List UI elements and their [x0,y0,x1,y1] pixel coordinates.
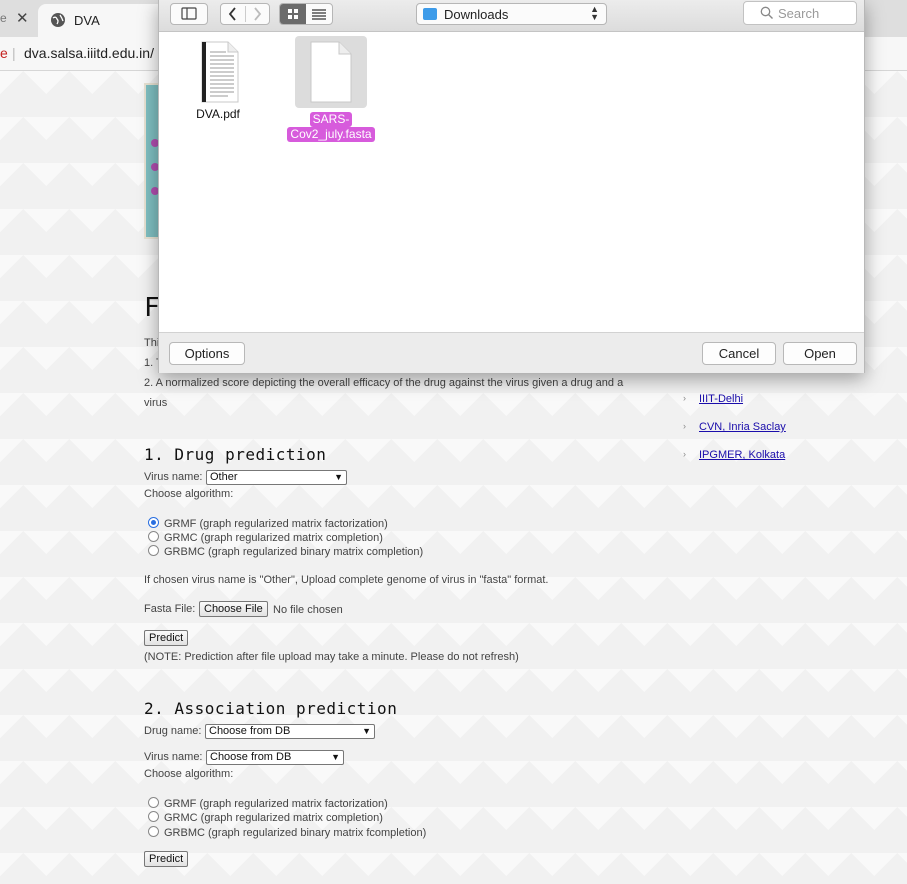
radio-label: GRMC (graph regularized matrix completio… [164,812,383,824]
radio-button[interactable] [148,811,159,822]
radio-grmc[interactable]: GRMC (graph regularized matrix completio… [148,531,383,544]
generic-file-icon [310,41,352,103]
choose-algorithm-label: Choose algorithm: [144,488,234,500]
forward-icon[interactable] [245,4,269,24]
file-open-dialog: Downloads ▲ ▼ Search DVA.pdf SARS- Cov2_… [158,0,865,373]
fasta-file-label: Fasta File: [144,603,196,615]
back-forward-buttons [220,3,270,25]
virus-name-value: Choose from DB [210,751,292,763]
search-placeholder: Search [778,6,820,21]
location-label: Downloads [444,7,509,22]
radio-label: GRMF (graph regularized matrix factoriza… [164,798,388,810]
radio-label: GRMC (graph regularized matrix completio… [164,532,383,544]
association-prediction-title: 2. Association prediction [144,699,398,718]
radio-button[interactable] [148,797,159,808]
location-popup[interactable]: Downloads ▲ ▼ [416,3,607,25]
updown-arrows-icon: ▲ ▼ [590,4,599,22]
sidebar-toggle-button[interactable] [170,3,208,25]
radio-grmf[interactable]: GRMF (graph regularized matrix factoriza… [148,517,388,530]
radio-label: GRBMC (graph regularized binary matrix f… [164,827,427,839]
search-icon [760,6,773,19]
radio-grmc-2[interactable]: GRMC (graph regularized matrix completio… [148,811,383,824]
search-field[interactable]: Search [743,1,857,25]
chevron-down-icon: ▼ [331,752,340,762]
radio-button[interactable] [148,545,159,556]
url-text[interactable]: dva.salsa.iiitd.edu.in/ [24,45,154,61]
intro-text-1: Thi [144,337,160,349]
downloads-folder-icon [423,8,437,20]
link-ipgmer[interactable]: IPGMER, Kolkata [699,449,785,461]
upload-note: If chosen virus name is "Other", Upload … [144,574,549,586]
close-tab-icon[interactable]: ✕ [16,9,29,27]
intro-text-3: 2. A normalized score depicting the over… [144,377,624,409]
list-view-button[interactable] [306,4,332,24]
drug-name-label: Drug name: [144,725,202,737]
link-iiit-delhi[interactable]: IIIT-Delhi [699,393,743,405]
radio-grmf-2[interactable]: GRMF (graph regularized matrix factoriza… [148,797,388,810]
file-browser: DVA.pdf SARS- Cov2_july.fasta [159,32,864,332]
not-secure-indicator[interactable]: e [0,45,8,61]
back-icon[interactable] [221,4,245,24]
virus-name-value: Other [210,471,238,483]
open-button[interactable]: Open [783,342,857,365]
file-item-sars-fasta[interactable]: SARS- Cov2_july.fasta [281,36,381,142]
options-button[interactable]: Options [169,342,245,365]
link-cvn-inria[interactable]: CVN, Inria Saclay [699,421,786,433]
bullet-icon: › [683,393,686,403]
file-name: DVA.pdf [196,107,240,121]
previous-tab-title: e [0,11,7,25]
file-selection-highlight [295,36,367,108]
drug-name-value: Choose from DB [209,725,291,737]
tab-title: DVA [74,13,100,28]
predict-note: (NOTE: Prediction after file upload may … [144,651,519,663]
virus-name-label: Virus name: [144,751,203,763]
globe-icon [51,13,65,27]
chevron-down-icon: ▼ [334,472,343,482]
radio-grbmc-2[interactable]: GRBMC (graph regularized binary matrix f… [148,826,426,839]
dialog-toolbar: Downloads ▲ ▼ Search [159,0,864,32]
address-separator: | [12,45,16,61]
predict-button-2[interactable]: Predict [144,851,189,867]
virus-name-select-2[interactable]: Choose from DB ▼ [206,750,344,765]
chevron-down-icon: ▼ [362,726,371,736]
file-name-line-1: SARS- [309,112,353,127]
choose-file-button[interactable]: Choose File [199,601,268,617]
choose-algorithm-label: Choose algorithm: [144,768,234,780]
dialog-footer: Options Cancel Open [159,332,864,373]
bullet-icon: › [683,421,686,431]
list-view-icon [312,9,326,20]
pdf-file-icon [201,41,239,103]
radio-label: GRMF (graph regularized matrix factoriza… [164,518,388,530]
sidebar-icon [181,7,197,20]
cancel-button[interactable]: Cancel [702,342,776,365]
no-file-chosen-text: No file chosen [273,604,343,616]
virus-name-select[interactable]: Other ▼ [206,470,347,485]
radio-button[interactable] [148,826,159,837]
view-mode-buttons [279,3,333,25]
previous-tab[interactable]: e ✕ [0,0,38,37]
radio-label: GRBMC (graph regularized binary matrix c… [164,546,424,558]
drug-prediction-title: 1. Drug prediction [144,445,327,464]
virus-name-label: Virus name: [144,471,203,483]
radio-button[interactable] [148,517,159,528]
drug-name-select[interactable]: Choose from DB ▼ [205,724,375,739]
file-item-dva-pdf[interactable]: DVA.pdf [183,40,253,122]
grid-view-icon [288,9,298,19]
file-name-line-2: Cov2_july.fasta [287,127,375,142]
radio-button[interactable] [148,531,159,542]
radio-grbmc[interactable]: GRBMC (graph regularized binary matrix c… [148,545,423,558]
predict-button[interactable]: Predict [144,630,189,646]
bullet-icon: › [683,449,686,459]
icon-view-button[interactable] [280,4,306,24]
